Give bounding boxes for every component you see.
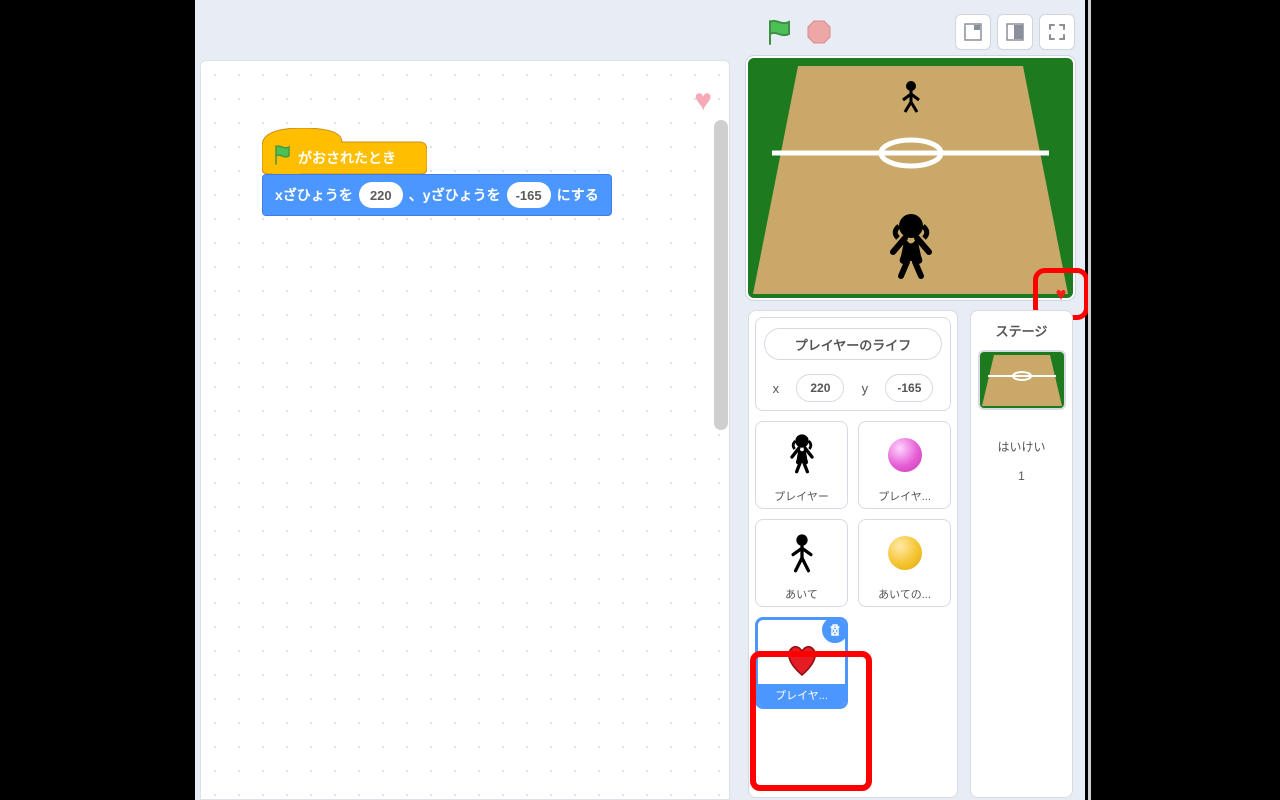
goto-y-input[interactable]: -165 <box>507 182 551 208</box>
sprite-label: プレイヤ... <box>878 488 931 504</box>
large-stage-button[interactable] <box>997 14 1033 50</box>
stage-title: ステージ <box>996 321 1048 340</box>
delete-sprite-button[interactable] <box>819 617 848 646</box>
script-canvas[interactable]: ♥ がおされたとき xざひょうを 220 、yざひょうを -165 にする <box>200 60 730 800</box>
app-frame: ♥ がおされたとき xざひょうを 220 、yざひょうを -165 にする <box>195 0 1085 800</box>
sprite-preview-heart-icon: ♥ <box>694 84 712 118</box>
goto-prefix: xざひょうを <box>275 185 353 205</box>
sprite-tile-opponent[interactable]: あいて <box>755 519 848 607</box>
sprite-label: あいての... <box>878 586 931 602</box>
goto-suffix: にする <box>557 185 599 205</box>
sprite-label: プレイヤ... <box>758 684 845 706</box>
small-stage-button[interactable] <box>955 14 991 50</box>
sprite-panel: プレイヤーのライフ x 220 y -165 <box>748 310 958 798</box>
sprite-tile-player-life[interactable]: プレイヤ... <box>755 617 848 709</box>
ball-orange-icon <box>888 536 922 570</box>
backdrop-label: はいけい <box>997 438 1045 455</box>
sprite-info: プレイヤーのライフ x 220 y -165 <box>755 317 951 411</box>
hat-label: がおされたとき <box>298 148 396 168</box>
stage-size-buttons <box>955 14 1075 50</box>
stage-selector-panel: ステージ はいけい 1 <box>970 310 1073 798</box>
event-hat-block[interactable]: がおされたとき <box>262 128 427 176</box>
stop-button[interactable] <box>807 20 831 44</box>
run-button[interactable] <box>765 18 793 46</box>
ball-pink-icon <box>888 438 922 472</box>
player-icon <box>756 422 847 488</box>
sprite-x-input[interactable]: 220 <box>796 374 844 402</box>
opponent-icon <box>756 520 847 586</box>
x-label: x <box>773 381 780 396</box>
sprite-y-input[interactable]: -165 <box>885 374 933 402</box>
stage-thumbnail[interactable] <box>978 350 1066 410</box>
sprite-name-input[interactable]: プレイヤーのライフ <box>764 328 942 360</box>
backdrop-count: 1 <box>1018 469 1025 483</box>
window-scrollbar[interactable] <box>1088 0 1091 800</box>
goto-xy-block[interactable]: xざひょうを 220 、yざひょうを -165 にする <box>262 174 612 216</box>
sprite-tile-player[interactable]: プレイヤー <box>755 421 848 509</box>
script-panel: ♥ がおされたとき xざひょうを 220 、yざひょうを -165 にする <box>200 60 730 800</box>
y-label: y <box>862 381 869 396</box>
script-scrollbar[interactable] <box>714 120 728 430</box>
sprite-label: プレイヤー <box>774 488 829 504</box>
stage-controls <box>745 18 1085 54</box>
sprite-tile-player-ball[interactable]: プレイヤ... <box>858 421 951 509</box>
sprite-tile-opponent-ball[interactable]: あいての... <box>858 519 951 607</box>
sprite-list: プレイヤー プレイヤ... あいて <box>755 421 951 709</box>
heart-icon: ♥ <box>1056 284 1067 305</box>
fullscreen-button[interactable] <box>1039 14 1075 50</box>
goto-mid: 、yざひょうを <box>409 185 501 205</box>
goto-x-input[interactable]: 220 <box>359 182 403 208</box>
sprite-label: あいて <box>785 586 818 602</box>
stage[interactable] <box>748 58 1073 298</box>
